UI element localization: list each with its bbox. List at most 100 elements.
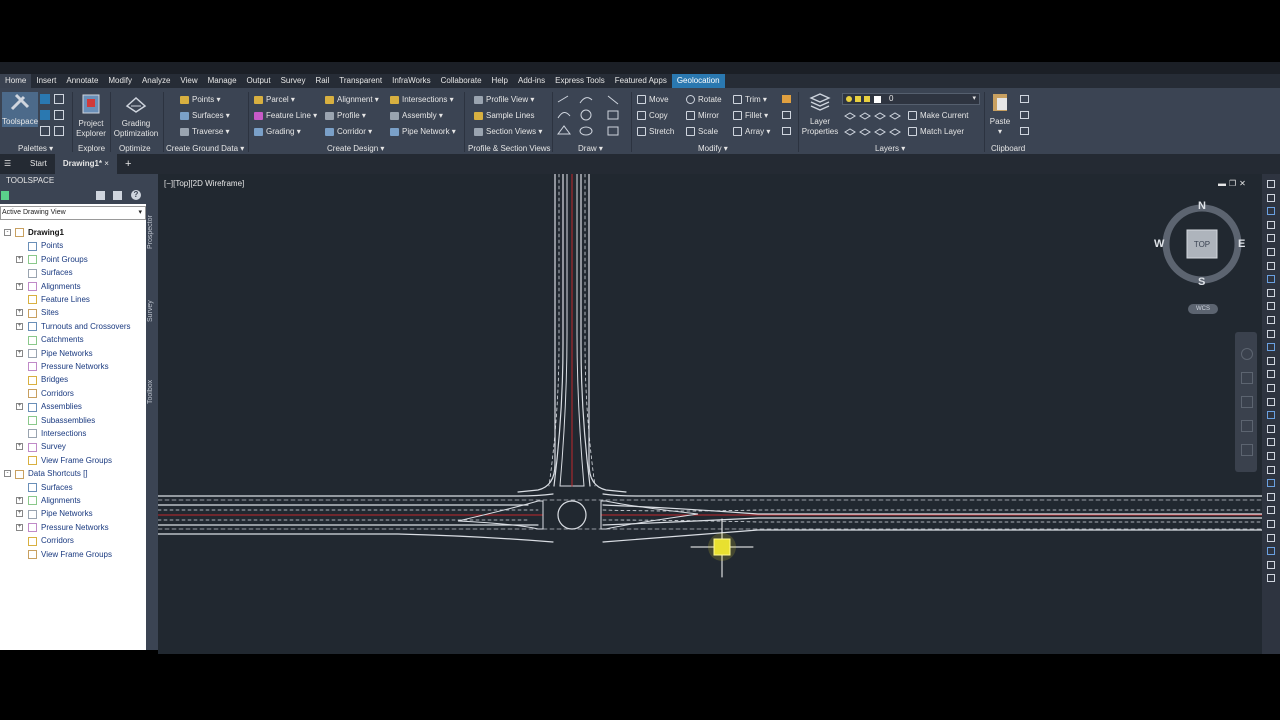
modify-panel-label[interactable]: Modify ▾ [698,143,728,154]
tool-palette-icon[interactable] [1267,574,1275,583]
tree-expander-icon[interactable]: + [16,510,23,518]
tree-item[interactable]: Pipe Networks [28,507,93,520]
tool-palette-icon[interactable] [1267,207,1275,216]
trim-button[interactable]: Trim ▾ [733,95,767,105]
tool-palette-icon[interactable] [1267,234,1275,243]
palettes-panel-label[interactable]: Palettes ▾ [18,143,53,154]
tree-item[interactable]: Subassemblies [28,414,95,427]
prospector-icon[interactable] [1,191,9,200]
profile-button[interactable]: Profile ▾ [325,111,366,121]
tree-item[interactable]: Drawing1 [15,226,64,239]
viewcube-top-face[interactable]: TOP [1187,240,1217,249]
tool-palette-icon[interactable] [1267,248,1275,256]
tool-palette-icon[interactable] [1267,316,1275,324]
copy-base-icon[interactable] [1020,127,1029,135]
ribbon-tab-output[interactable]: Output [242,74,276,88]
move-button[interactable]: Move [637,95,669,105]
layer-properties-button[interactable]: Layer Properties [800,92,840,137]
showmotion-icon[interactable] [1241,444,1253,456]
orbit-icon[interactable] [1241,420,1253,432]
tool-palette-icon[interactable] [1267,560,1275,569]
ribbon-tab-view[interactable]: View [175,74,202,88]
ribbon-tab-home[interactable]: Home [0,74,32,88]
gear-icon[interactable] [54,94,64,104]
project-explorer-button[interactable]: Project Explorer [74,94,108,139]
viewcube-west[interactable]: W [1154,238,1164,250]
parcel-button[interactable]: Parcel ▾ [254,95,295,105]
viewcube[interactable]: N S E W TOP [1154,200,1245,288]
tool-palette-icon[interactable] [1267,302,1275,311]
tree-item[interactable]: Surfaces [28,481,73,494]
corridor-button[interactable]: Corridor ▾ [325,127,372,137]
close-tab-icon[interactable]: × [104,159,109,168]
navigation-bar[interactable] [1235,332,1257,472]
drawing-tab[interactable]: Drawing1* × [54,154,117,174]
explode-icon[interactable] [782,111,791,119]
ribbon-tab-infraworks[interactable]: InfraWorks [387,74,436,88]
steering-wheel-icon[interactable] [1241,348,1253,360]
tree-item[interactable]: Pipe Networks [28,347,93,360]
tree-expander-icon[interactable]: + [16,309,23,317]
tool-palette-icon[interactable] [1267,193,1275,202]
tree-expander-icon[interactable]: + [16,349,23,357]
rotate-button[interactable]: Rotate [686,95,722,105]
tree-expander-icon[interactable]: + [16,282,23,290]
tool-palette-icon[interactable] [1267,479,1275,488]
paste-button[interactable]: Paste ▾ [986,92,1014,137]
tool-palette-icon[interactable] [1267,506,1275,515]
tool-palette-icon[interactable] [1267,288,1275,297]
tool-palette-icon[interactable] [1267,261,1275,270]
tool-palette-icon[interactable] [1267,465,1275,474]
tree-item[interactable]: Points [28,239,63,252]
profile-view-button[interactable]: Profile View ▾ [474,95,534,105]
create-design-panel-label[interactable]: Create Design ▾ [327,143,384,154]
tool-palette-icon[interactable] [1267,275,1275,284]
tool-palette-icon[interactable] [1267,329,1275,338]
match-layer-button[interactable]: Match Layer [908,127,964,137]
tree-expander-icon[interactable]: + [16,403,23,411]
ribbon-tab-survey[interactable]: Survey [276,74,311,88]
intersections-button[interactable]: Intersections ▾ [390,95,454,105]
tool-palette-icon[interactable] [1267,424,1275,433]
drawing-viewport[interactable]: [−][Top][2D Wireframe] ▬❐✕ N S E W TOP W… [158,174,1262,654]
tool-palette-icon[interactable] [1267,533,1275,542]
tree-item[interactable]: Bridges [28,373,68,386]
mirror-button[interactable]: Mirror [686,111,719,121]
alignment-button[interactable]: Alignment ▾ [325,95,379,105]
tool-palette-icon[interactable] [1267,220,1275,229]
tool-palette-icon[interactable] [1267,384,1275,392]
section-views-button[interactable]: Section Views ▾ [474,127,542,137]
assembly-button[interactable]: Assembly ▾ [390,111,443,121]
layer-dropdown[interactable]: 0 ▾ [842,93,980,105]
offset-icon[interactable] [782,127,791,135]
survey-tab[interactable]: Survey [147,296,157,326]
tree-item[interactable]: Sites [28,306,59,319]
tree-item[interactable]: Assemblies [28,400,82,413]
tool-palette-icon[interactable] [1267,343,1275,352]
list-icon[interactable] [40,126,50,136]
tree-item[interactable]: View Frame Groups [28,548,112,561]
copy-button[interactable]: Copy [637,111,668,121]
ribbon-tab-annotate[interactable]: Annotate [61,74,103,88]
tree-item[interactable]: Survey [28,440,66,453]
tree-expander-icon[interactable]: - [4,229,11,236]
prospector-tab[interactable]: Prospector [147,210,157,254]
create-ground-data-panel-label[interactable]: Create Ground Data ▾ [166,143,244,154]
tool-palette-icon[interactable] [1267,520,1275,528]
tree-item[interactable]: Pressure Networks [28,521,109,534]
toolspace-button[interactable]: Toolspace [2,92,38,127]
tool-palette-icon[interactable] [1267,438,1275,447]
new-tab-button[interactable]: + [117,154,139,174]
copy-clip-icon[interactable] [1020,111,1029,119]
tree-item[interactable]: Pressure Networks [28,360,109,373]
tree-item[interactable]: Catchments [28,333,84,346]
tool-palette-icon[interactable] [1267,180,1275,188]
tree-item[interactable]: Data Shortcuts [] [15,467,88,480]
wcs-menu[interactable]: WCS [1188,304,1218,314]
hamburger-menu-icon[interactable]: ☰ [0,154,22,174]
grid-icon[interactable] [54,110,64,120]
ribbon-tab-add-ins[interactable]: Add-ins [513,74,550,88]
pipe-network-button[interactable]: Pipe Network ▾ [390,127,456,137]
ribbon-tab-collaborate[interactable]: Collaborate [436,74,487,88]
sample-lines-button[interactable]: Sample Lines [474,111,534,121]
